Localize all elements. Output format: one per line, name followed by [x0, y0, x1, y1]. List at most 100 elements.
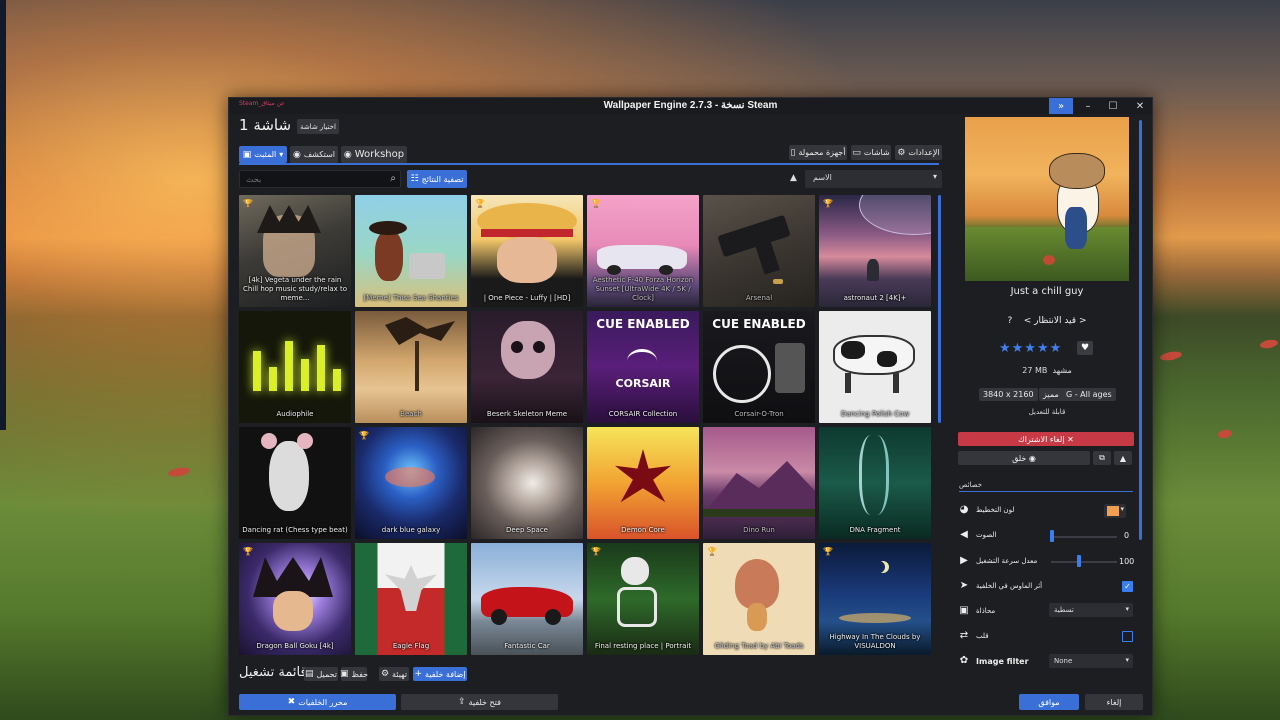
panel-scrollbar[interactable] [1139, 120, 1142, 540]
playlist-configure-button[interactable]: ⚙ تهيئة [379, 667, 409, 681]
playback-value: 100 [1119, 557, 1135, 566]
tools-icon: ✖ [287, 697, 296, 707]
report-button[interactable]: ▲ [1114, 451, 1132, 465]
wallpaper-title: Just a chill guy [1010, 286, 1084, 297]
tabs-underline [239, 163, 939, 165]
sort-dropdown[interactable]: الاسم ▾ [805, 170, 942, 188]
wallpaper-tile[interactable]: [Meme] Thiss Sea Shanties [355, 195, 467, 307]
wallpaper-tile[interactable]: Eagle Flag [355, 543, 467, 655]
wallpaper-tile[interactable]: Dancing Polish Cow [819, 311, 931, 423]
add-wallpaper-button[interactable]: + إضافة خلفية [413, 667, 467, 681]
wallpaper-tile[interactable]: 🏆 astronaut 2 [4K]+ [819, 195, 931, 307]
search-box[interactable]: ⌕ [239, 170, 401, 188]
alignment-dropdown[interactable]: تسطية ▾ [1049, 603, 1133, 617]
unsubscribe-button[interactable]: إلغاء الاشتراك ✕ [958, 432, 1134, 446]
wallpaper-tile[interactable]: 🏆 dark blue galaxy [355, 427, 467, 539]
grid-scrollbar[interactable] [938, 195, 941, 423]
search-input[interactable] [240, 171, 380, 187]
settings-button[interactable]: ⚙ الإعدادات [895, 145, 942, 160]
wallpaper-tile[interactable]: Dino Run [703, 427, 815, 539]
screens-button[interactable]: ▭ شاشات [851, 145, 891, 160]
sort-direction-icon[interactable]: ▲ [790, 173, 797, 183]
tab-discover[interactable]: ◉ استكشف [290, 146, 338, 163]
wallpaper-title: Dancing rat (Chess type beat) [242, 526, 348, 534]
favorite-button[interactable]: ♥ [1077, 341, 1093, 355]
monitor-icon: ▭ [852, 147, 861, 158]
wallpaper-tile[interactable]: Dancing rat (Chess type beat) [239, 427, 351, 539]
save-icon: ▣ [339, 669, 349, 679]
share-button[interactable]: خلق ◉ [958, 451, 1090, 465]
wallpaper-tile[interactable]: 🏆 Highway In The Clouds by VISUALDON [819, 543, 931, 655]
age-rating-badge: G - All ages [1062, 388, 1116, 401]
playlist-save-button[interactable]: ▣ حفظ [339, 667, 368, 681]
trophy-icon: 🏆 [243, 547, 253, 556]
choose-screen-button[interactable]: اختيار شاشة [297, 119, 339, 134]
wallpaper-tile[interactable]: Deep Space [471, 427, 583, 539]
window-title: Wallpaper Engine 2.7.3 - نسخة Steam [603, 100, 778, 111]
wallpaper-tile[interactable]: CUE ENABLED CORSAIR CORSAIR Collection [587, 311, 699, 423]
question-icon[interactable]: ? [1008, 316, 1013, 326]
scheme-color-picker[interactable]: ▾ [1104, 504, 1126, 518]
share-label: خلق [1012, 453, 1027, 463]
volume-label: الصوت [976, 531, 997, 539]
expand-panel-button[interactable]: » [1049, 98, 1073, 114]
color-swatch [1107, 506, 1119, 516]
mouse-background-checkbox[interactable]: ✓ [1122, 581, 1133, 592]
volume-slider-handle[interactable] [1050, 530, 1054, 542]
status-text: < قيد الانتظار > [1023, 316, 1087, 326]
steam-icon: ◉ [292, 149, 301, 160]
chevron-down-icon: ▾ [1120, 505, 1124, 513]
playback-slider-handle[interactable] [1077, 555, 1081, 567]
title-bar: Steam_عن ميثاق Wallpaper Engine 2.7.3 - … [229, 98, 1152, 114]
wallpaper-tile[interactable]: Demon Core [587, 427, 699, 539]
filter-results-button[interactable]: ☷ تصفية النتائج [407, 170, 467, 188]
trophy-icon: 🏆 [823, 547, 833, 556]
wallpaper-title: Dino Run [743, 526, 775, 534]
warning-icon: ▲ [1119, 453, 1127, 463]
minimize-button[interactable]: – [1077, 98, 1099, 114]
trophy-icon: 🏆 [243, 199, 253, 208]
wallpaper-tile[interactable]: DNA Fragment [819, 427, 931, 539]
close-icon: ✕ [1067, 434, 1074, 444]
properties-divider [959, 491, 1133, 492]
wallpaper-tile[interactable]: 🏆 Gliding Toad by Abi Toads [703, 543, 815, 655]
tab-installed[interactable]: ▣ المثبت ▾ [239, 146, 287, 163]
wallpaper-tile[interactable]: 🏆 Dragon Ball Goku [4k] [239, 543, 351, 655]
wallpaper-tile[interactable]: Beserk Skeleton Meme [471, 311, 583, 423]
wallpaper-editor-button[interactable]: ✖ محرر الخلفيات [239, 694, 396, 710]
upload-icon: ⇪ [458, 697, 466, 707]
search-icon[interactable]: ⌕ [390, 173, 396, 184]
image-filter-dropdown[interactable]: None ▾ [1049, 654, 1133, 668]
folder-icon: ▤ [304, 669, 314, 679]
save-disk-icon: ▣ [242, 149, 252, 160]
portable-devices-button[interactable]: ▯ أجهزة محمولة [789, 145, 847, 160]
maximize-button[interactable]: ☐ [1102, 98, 1124, 114]
playback-slider-track[interactable] [1051, 561, 1117, 563]
wallpaper-title: Corsair-O-Tron [734, 410, 784, 418]
volume-slider-track[interactable] [1051, 536, 1117, 538]
minimize-icon: – [1085, 100, 1091, 112]
ok-button[interactable]: موافق [1019, 694, 1079, 710]
playlist-load-button[interactable]: ▤ تحميل [304, 667, 338, 681]
close-button[interactable]: ✕ [1129, 98, 1151, 114]
double-chevron-icon: » [1057, 100, 1065, 112]
wallpaper-tile[interactable]: CUE ENABLED Corsair-O-Tron [703, 311, 815, 423]
cancel-button[interactable]: إلغاء [1085, 694, 1143, 710]
tab-label: المثبت [254, 150, 277, 159]
wallpaper-tile[interactable]: Arsenal [703, 195, 815, 307]
wallpaper-title: Dancing Polish Cow [840, 410, 910, 418]
trophy-icon: 🏆 [707, 547, 717, 556]
open-wallpaper-button[interactable]: ⇪ فتح خلفية [401, 694, 558, 710]
wallpaper-tile[interactable]: Fantastic Car [471, 543, 583, 655]
tab-workshop[interactable]: ◉ Workshop [341, 146, 407, 163]
wallpaper-tile[interactable]: 🏆 Final resting place | Portrait [587, 543, 699, 655]
wallpaper-title: Gliding Toad by Abi Toads [714, 642, 804, 650]
copy-button[interactable]: ⧉ [1093, 451, 1111, 465]
wallpaper-tile[interactable]: Beach [355, 311, 467, 423]
wallpaper-tile[interactable]: 🏆 [4k] Vegeta under the rain Chill hop mu… [239, 195, 351, 307]
flip-checkbox[interactable] [1122, 631, 1133, 642]
wallpaper-tile[interactable]: Audiophile [239, 311, 351, 423]
wallpaper-tile[interactable]: 🏆 | One Piece - Luffy | [HD] [471, 195, 583, 307]
rating-stars[interactable]: ★★★★★ [999, 341, 1062, 356]
wallpaper-tile[interactable]: 🏆 Aesthetic F-40 Forza Horizon Sunset [Ul… [587, 195, 699, 307]
